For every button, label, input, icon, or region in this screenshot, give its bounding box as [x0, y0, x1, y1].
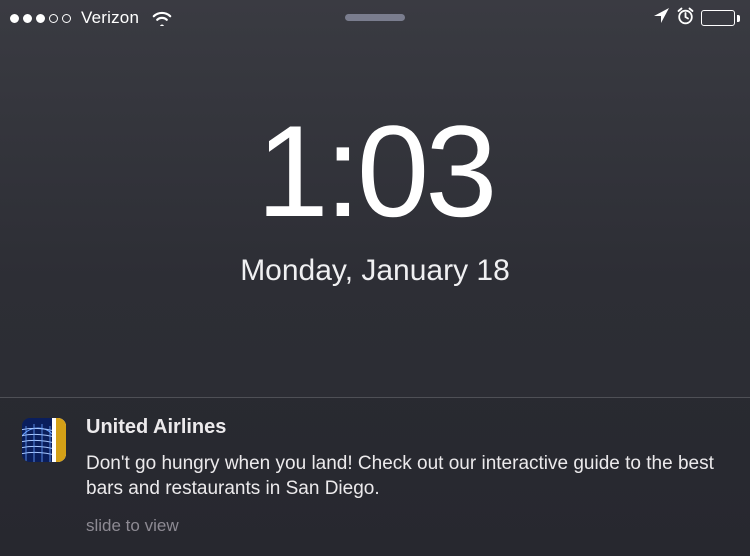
status-right [653, 7, 740, 30]
app-icon [22, 418, 66, 462]
notification-card[interactable]: United Airlines Don't go hungry when you… [0, 397, 750, 556]
time-label: 1:03 [0, 106, 750, 236]
grabber-pill[interactable] [345, 14, 405, 21]
notification-body: United Airlines Don't go hungry when you… [86, 416, 728, 536]
carrier-label: Verizon [81, 8, 139, 28]
lockscreen-clock: 1:03 Monday, January 18 [0, 106, 750, 288]
notification-message: Don't go hungry when you land! Check out… [86, 451, 728, 502]
alarm-icon [676, 7, 695, 30]
notification-action-hint: slide to view [86, 516, 728, 536]
location-icon [653, 7, 670, 29]
notification-app-name: United Airlines [86, 416, 728, 439]
date-label: Monday, January 18 [0, 254, 750, 288]
battery-icon [701, 10, 740, 26]
wifi-icon [151, 10, 173, 26]
status-left: Verizon [10, 8, 173, 28]
signal-strength-icon [10, 14, 71, 23]
